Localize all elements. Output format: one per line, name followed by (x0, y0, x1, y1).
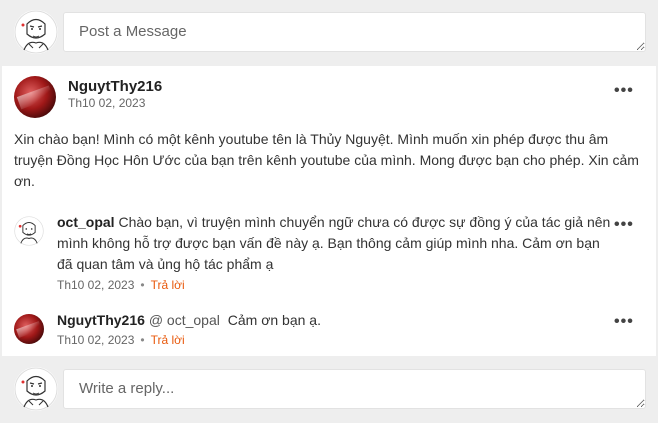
reply-author-name[interactable]: oct_opal (57, 214, 115, 230)
reply-body: NguytThy216 @ oct_opal Cảm ơn bạn ạ. (57, 310, 617, 331)
post-message-input[interactable] (63, 12, 646, 52)
reply-body: oct_opal Chào bạn, vì truyện mình chuyển… (57, 212, 617, 275)
reply-date: Th10 02, 2023 (57, 333, 135, 347)
meta-separator: • (140, 278, 145, 292)
sketch-face-icon (14, 216, 44, 246)
post-date: Th10 02, 2023 (68, 96, 146, 110)
reply-more-options-icon[interactable]: ••• (614, 313, 634, 331)
reply-author-name[interactable]: NguytThy216 (57, 312, 145, 328)
reply-author-avatar[interactable] (14, 314, 44, 344)
reply-button[interactable]: Trả lời (151, 278, 185, 292)
sketch-face-icon (14, 10, 58, 54)
reply-author-avatar[interactable] (14, 216, 44, 246)
reply-text: Cảm ơn bạn ạ. (227, 312, 321, 328)
reply-date: Th10 02, 2023 (57, 278, 135, 292)
current-user-avatar (14, 367, 58, 411)
reply-meta: Th10 02, 2023 • Trả lời (57, 333, 185, 347)
reply-meta: Th10 02, 2023 • Trả lời (57, 278, 185, 292)
post-more-options-icon[interactable]: ••• (614, 82, 634, 100)
reply-more-options-icon[interactable]: ••• (614, 216, 634, 234)
post-author-name[interactable]: NguytThy216 (68, 78, 162, 95)
reply-text: Chào bạn, vì truyện mình chuyển ngữ chưa… (57, 214, 611, 272)
current-user-avatar (14, 10, 58, 54)
reply-button[interactable]: Trả lời (151, 333, 185, 347)
write-reply-input[interactable] (63, 369, 646, 409)
meta-separator: • (140, 333, 145, 347)
post-body: Xin chào bạn! Mình có một kênh youtube t… (14, 131, 639, 189)
post-author-avatar[interactable] (14, 76, 56, 118)
sketch-face-icon (14, 367, 58, 411)
reply-mention[interactable]: @ oct_opal (149, 312, 220, 328)
